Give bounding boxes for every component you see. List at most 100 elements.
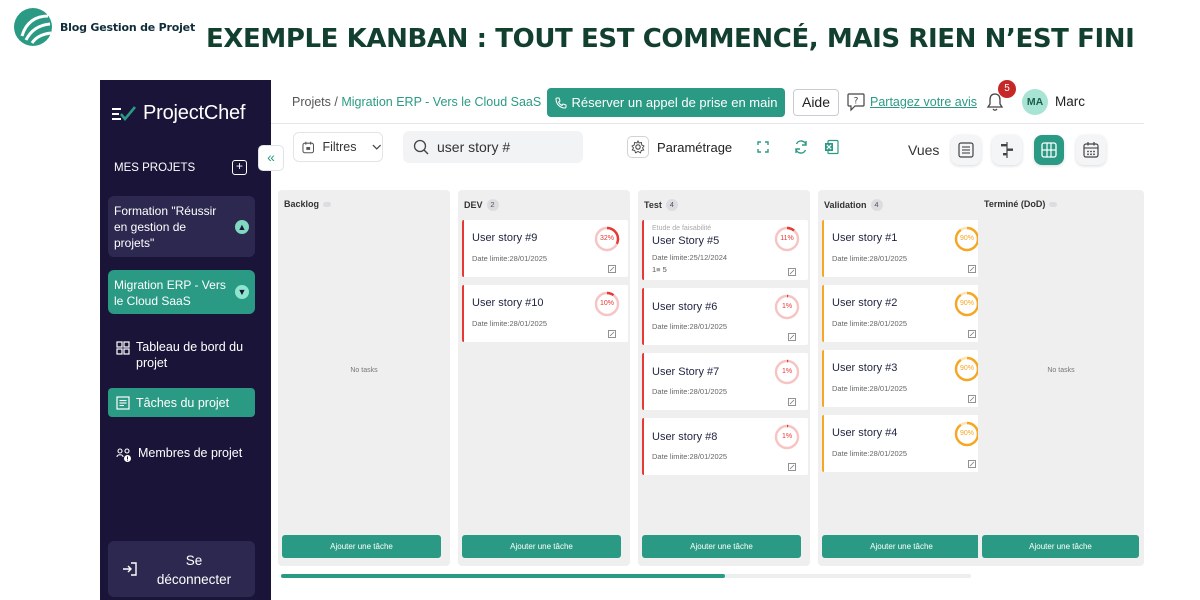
edit-icon[interactable] [788,398,796,406]
chevron-up-icon[interactable]: ▲ [235,220,249,234]
calendar-filter-icon [302,141,315,153]
add-task-button[interactable]: Ajouter une tâche [462,535,621,558]
progress-label: 32% [599,235,614,242]
search-icon [413,139,429,155]
card-due-date: Date limite:25/12/2024 [652,253,728,262]
app-logo-icon [112,105,136,121]
column-count: 4 [665,199,678,211]
card-due-date: Date limite:28/01/2025 [652,452,728,461]
add-task-button[interactable]: Ajouter une tâche [282,535,441,558]
app-window: ProjectChef MES PROJETS + Formation "Réu… [100,80,1144,600]
gantt-view-button[interactable] [992,135,1022,165]
sidebar-item-label: Tâches du projet [136,395,230,410]
breadcrumb-root[interactable]: Projets [292,95,331,109]
feedback-link[interactable]: ? Partagez votre avis [846,92,977,112]
logout-button[interactable]: Se déconnecter [108,541,255,597]
feedback-label: Partagez votre avis [870,95,977,109]
column-done: Terminé (DoD) No tasks Ajouter une tâche [978,190,1144,566]
edit-icon[interactable] [608,265,616,273]
fullscreen-icon[interactable] [755,139,771,155]
add-project-button[interactable]: + [232,160,247,175]
edit-icon[interactable] [788,268,796,276]
column-test: Test 4 Etude de faisabilité User Story #… [638,190,810,566]
task-card[interactable]: User story #1 Date limite:28/01/2025 90% [822,220,988,277]
question-bubble-icon: ? [847,93,865,112]
add-task-button[interactable]: Ajouter une tâche [982,535,1139,558]
search-input[interactable] [437,139,577,155]
edit-icon[interactable] [608,330,616,338]
card-title: User Story #7 [652,366,720,378]
task-card[interactable]: User story #3 Date limite:28/01/2025 90% [822,350,988,407]
task-card[interactable]: User story #4 Date limite:28/01/2025 90% [822,415,988,472]
sidebar-item-label: Membres de projet [138,446,243,460]
chevron-down-icon [371,144,381,150]
column-header: DEV 2 [464,199,499,211]
collapse-sidebar-button[interactable]: « [258,145,284,171]
column-backlog: Backlog No tasks Ajouter une tâche [278,190,450,566]
gear-icon [631,140,645,154]
breadcrumb-separator: / [330,95,342,109]
edit-icon[interactable] [968,395,976,403]
task-card[interactable]: User Story #7 Date limite:28/01/2025 1% [642,353,808,410]
svg-text:?: ? [854,97,859,107]
breadcrumb: Projets / Migration ERP - Vers le Cloud … [292,95,541,109]
task-card[interactable]: Etude de faisabilité User Story #5 Date … [642,220,808,280]
chevron-down-icon[interactable]: ▼ [235,285,249,299]
sidebar: ProjectChef MES PROJETS + Formation "Réu… [100,80,271,600]
edit-icon[interactable] [968,330,976,338]
progress-label: 90% [959,235,974,242]
filters-label: Filtres [322,140,357,154]
app-name: ProjectChef [143,102,246,124]
edit-icon[interactable] [968,460,976,468]
views-label: Vues [908,142,940,158]
filters-dropdown[interactable]: Filtres [293,132,383,162]
card-due-date: Date limite:28/01/2025 [832,384,908,393]
calendar-view-button[interactable] [1076,135,1106,165]
task-card[interactable]: User story #6 Date limite:28/01/2025 1% [642,288,808,345]
sidebar-item-dashboard[interactable]: Tableau de bord du projet [108,333,255,377]
edit-icon[interactable] [788,333,796,341]
team-icon [116,448,131,462]
progress-label: 90% [959,430,974,437]
book-call-button[interactable]: Réserver un appel de prise en main [547,88,785,117]
breadcrumb-current[interactable]: Migration ERP - Vers le Cloud SaaS [341,95,541,109]
avatar[interactable]: MA [1022,89,1048,115]
grid-icon [116,341,130,355]
settings-button[interactable]: Paramétrage [627,136,732,158]
notification-badge: 5 [998,80,1016,98]
board-scrollbar[interactable] [281,574,971,578]
card-title: User story #9 [472,232,538,244]
refresh-icon[interactable] [793,139,809,155]
column-header: Test 4 [644,199,678,211]
edit-icon[interactable] [788,463,796,471]
sidebar-item-members[interactable]: Membres de projet [108,439,255,469]
excel-export-icon[interactable] [824,139,840,155]
kanban-view-button[interactable] [1034,135,1064,165]
project-item-migration-erp[interactable]: Migration ERP - Vers le Cloud SaaS ▼ [108,270,255,314]
kanban-board: Backlog No tasks Ajouter une tâche DEV 2… [278,190,1144,580]
add-task-button[interactable]: Ajouter une tâche [822,535,981,558]
list-view-button[interactable] [951,135,981,165]
card-title: User story #3 [832,362,898,374]
app-logo[interactable]: ProjectChef [112,102,245,125]
project-label: Migration ERP - Vers le Cloud SaaS [114,278,226,308]
username[interactable]: Marc [1055,94,1085,109]
sidebar-item-tasks[interactable]: Tâches du projet [108,388,255,417]
task-card[interactable]: User story #10 Date limite:28/01/2025 10… [462,285,628,342]
help-button[interactable]: Aide [793,89,839,116]
board-scrollbar-thumb[interactable] [281,574,725,578]
card-title: User story #4 [832,427,898,439]
project-item-formation[interactable]: Formation "Réussir en gestion de projets… [108,196,255,257]
empty-column-text: No tasks [1047,367,1075,374]
edit-icon[interactable] [968,265,976,273]
task-card[interactable]: User story #9 Date limite:28/01/2025 32% [462,220,628,277]
card-title: User story #2 [832,297,898,309]
task-card[interactable]: User story #8 Date limite:28/01/2025 1% [642,418,808,475]
add-task-button[interactable]: Ajouter une tâche [642,535,801,558]
task-card[interactable]: User story #2 Date limite:28/01/2025 90% [822,285,988,342]
card-due-date: Date limite:28/01/2025 [832,449,908,458]
column-name: Terminé (DoD) [984,199,1046,209]
progress-label: 90% [959,365,974,372]
search-box[interactable] [403,131,583,163]
book-call-label: Réserver un appel de prise en main [571,95,778,110]
